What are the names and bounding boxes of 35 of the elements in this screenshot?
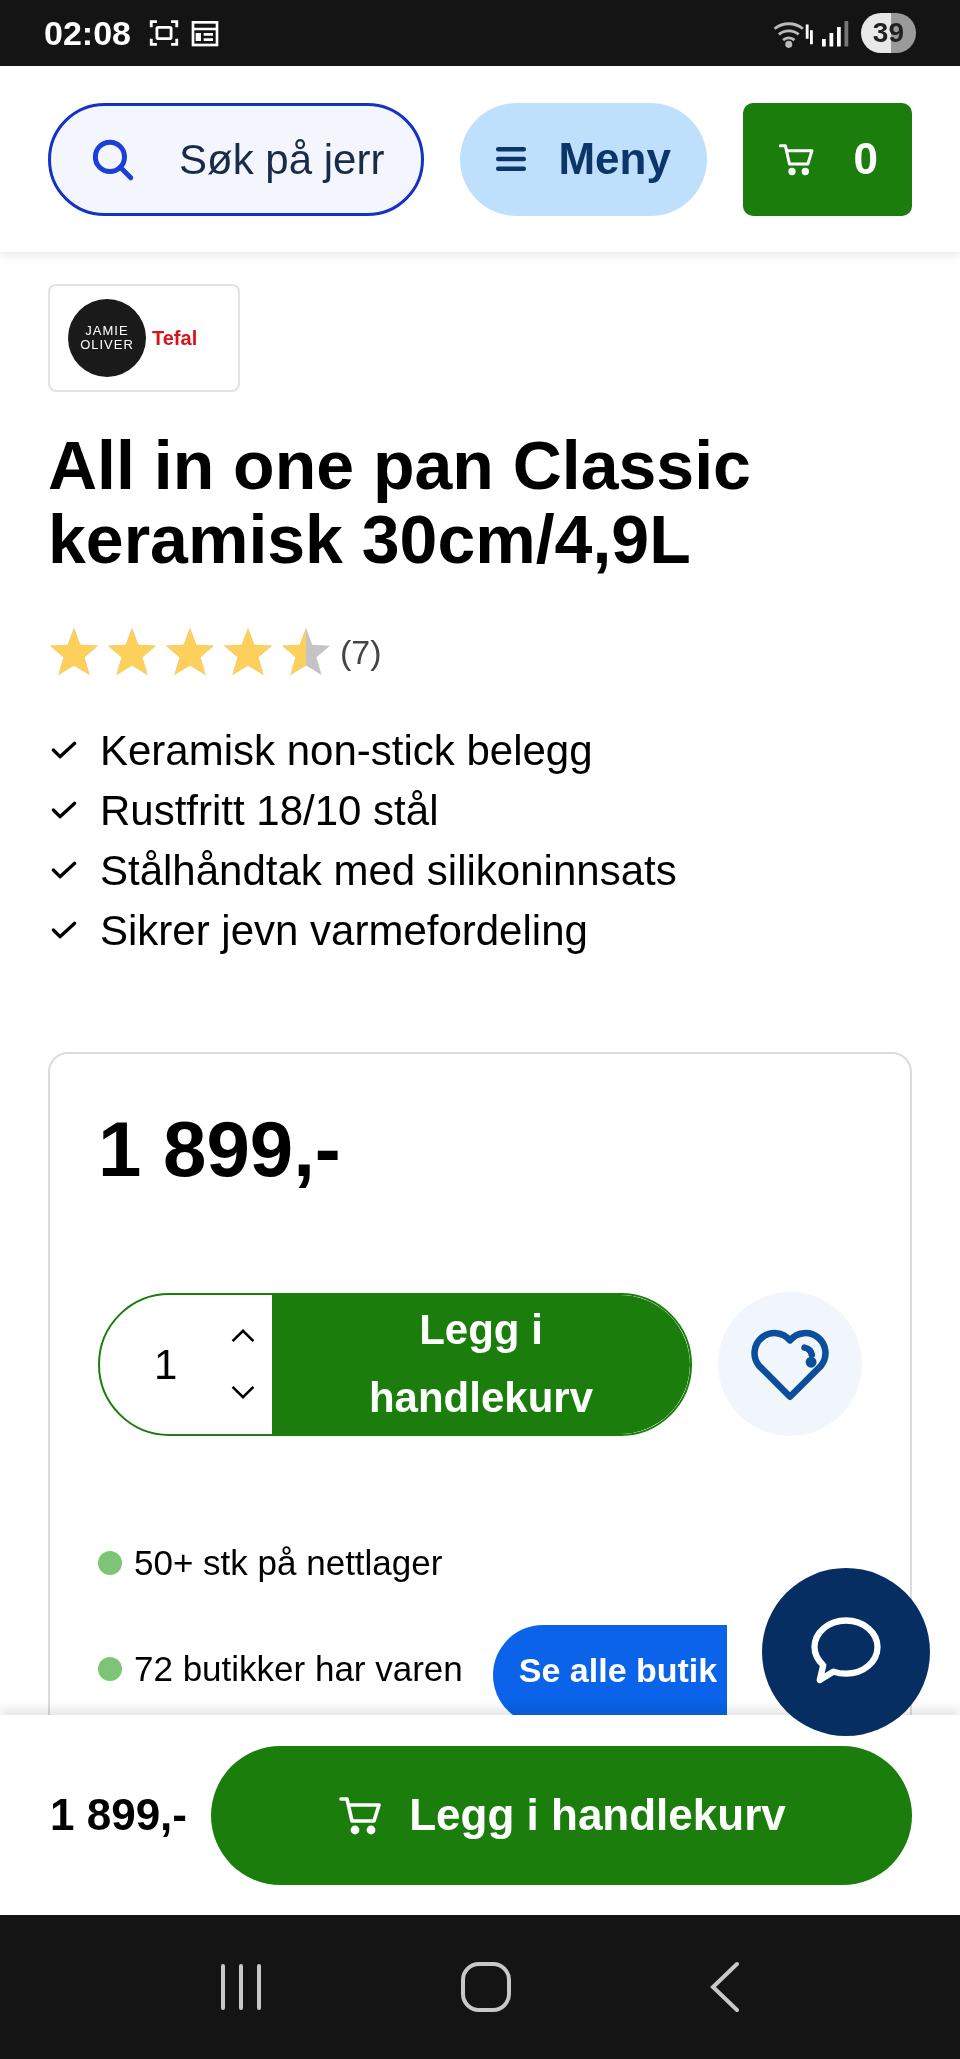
- cart-button[interactable]: 0: [743, 102, 912, 216]
- review-count[interactable]: (7): [340, 626, 382, 678]
- stock-text: 50+ stk på nettlager: [134, 1541, 443, 1584]
- star-icon: [106, 626, 158, 678]
- star-icon: [164, 626, 216, 678]
- chevron-up-icon[interactable]: [230, 1327, 256, 1345]
- brand-logo[interactable]: JAMIE OLIVER Tefal: [48, 284, 240, 392]
- feature-text: Keramisk non-stick belegg: [100, 725, 593, 776]
- menu-button[interactable]: Meny: [460, 102, 708, 216]
- add-to-cart-button[interactable]: Legg i handlekurv: [272, 1294, 690, 1434]
- home-icon[interactable]: [460, 1961, 512, 2013]
- logo-text: OLIVER: [80, 338, 134, 352]
- quantity-field[interactable]: 1: [154, 1332, 230, 1396]
- product-title: All in one pan Classic keramisk 30cm/4,9L: [48, 428, 752, 576]
- search-field[interactable]: Søk på jerr: [48, 102, 424, 216]
- logo-text: JAMIE: [85, 324, 129, 338]
- logo-text: Tefal: [152, 326, 198, 351]
- feature-text: Stålhåndtak med silikoninnsats: [100, 845, 677, 896]
- star-icon: [280, 626, 332, 678]
- back-icon[interactable]: [709, 1961, 742, 2013]
- search-input[interactable]: Søk på jerr: [179, 127, 405, 191]
- stock-text: 72 butikker har varen: [134, 1647, 463, 1690]
- recent-apps-icon[interactable]: [218, 1963, 263, 2011]
- price: 1 899,-: [98, 1104, 342, 1194]
- battery-indicator: 39: [860, 13, 916, 53]
- see-all-stores-button[interactable]: Se alle butik: [492, 1625, 727, 1715]
- sticky-price: 1 899,-: [50, 1789, 187, 1841]
- star-icon: [48, 626, 100, 678]
- clock: 02:08: [44, 12, 131, 54]
- chevron-down-icon[interactable]: [230, 1383, 256, 1401]
- menu-icon: [496, 144, 527, 174]
- feature-text: Sikrer jevn varmefordeling: [100, 905, 588, 956]
- feature-text: Rustfritt 18/10 stål: [100, 785, 439, 836]
- star-icon: [222, 626, 274, 678]
- sticky-add-to-cart-button[interactable]: Legg i handlekurv: [211, 1745, 912, 1885]
